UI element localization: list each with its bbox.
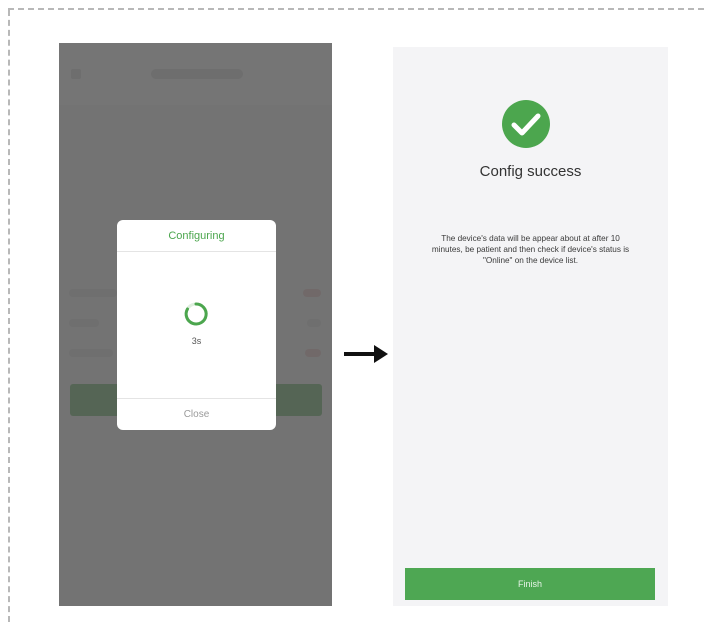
config-success-screen: Config success The device's data will be… bbox=[393, 47, 668, 606]
message-line: "Online" on the device list. bbox=[482, 256, 579, 265]
close-button[interactable]: Close bbox=[117, 398, 276, 430]
arrow-right-icon bbox=[344, 345, 388, 363]
check-circle-icon bbox=[502, 100, 550, 148]
instruction-figure: Configuring 3s Close Config success The … bbox=[0, 0, 709, 625]
dashed-border-top bbox=[8, 8, 704, 10]
dialog-title: Configuring bbox=[117, 220, 276, 252]
success-title: Config success bbox=[479, 163, 582, 180]
dashed-border-left bbox=[8, 10, 10, 622]
message-line: minutes, be patient and then check if de… bbox=[431, 245, 630, 254]
configuring-dialog: Configuring 3s Close bbox=[117, 220, 276, 430]
success-message: The device's data will be appear about a… bbox=[413, 233, 648, 266]
countdown-label: 3s bbox=[191, 336, 202, 346]
message-line: The device's data will be appear about a… bbox=[441, 234, 620, 243]
loading-spinner-icon bbox=[184, 302, 208, 326]
finish-button[interactable]: Finish bbox=[405, 568, 655, 600]
